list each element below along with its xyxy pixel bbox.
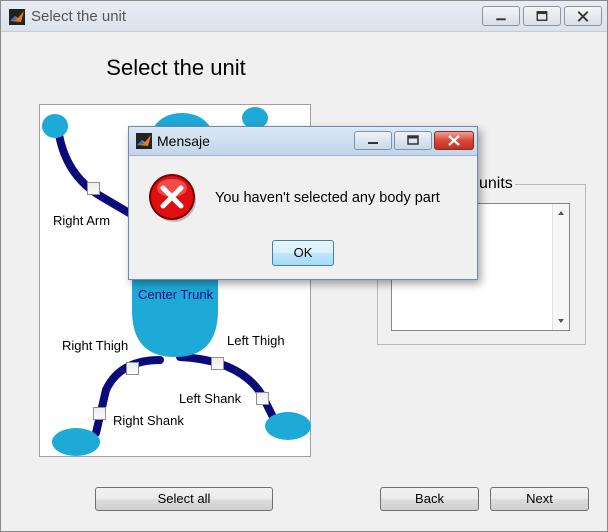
dialog-close-button[interactable]: [434, 131, 474, 150]
dialog-message: You haven't selected any body part: [215, 190, 440, 206]
left-shank-label: Left Shank: [179, 391, 242, 406]
message-dialog: Mensaje You haven't selected any body pa…: [128, 126, 478, 280]
dialog-maximize-button[interactable]: [394, 131, 432, 150]
matlab-icon: [9, 9, 25, 25]
maximize-button[interactable]: [523, 6, 561, 26]
left-shank-checkbox[interactable]: [256, 392, 269, 405]
back-button[interactable]: Back: [380, 487, 479, 511]
close-icon: [448, 135, 460, 146]
left-thigh-checkbox[interactable]: [211, 357, 224, 370]
left-leg-limb: [176, 353, 280, 427]
left-foot-joint: [265, 412, 311, 440]
next-button[interactable]: Next: [490, 487, 589, 511]
scroll-up-icon[interactable]: [558, 211, 564, 215]
matlab-icon: [136, 133, 152, 149]
title-bar: Select the unit: [1, 1, 607, 32]
right-arm-limb: [54, 124, 140, 221]
minimize-icon: [496, 18, 506, 21]
maximize-icon: [536, 11, 548, 21]
right-thigh-checkbox[interactable]: [126, 362, 139, 375]
units-group-title: units: [477, 175, 515, 193]
units-scrollbar[interactable]: [552, 204, 569, 330]
ok-button[interactable]: OK: [272, 240, 334, 266]
right-hand-joint: [42, 114, 68, 138]
dialog-title: Mensaje: [157, 133, 210, 149]
right-arm-label: Right Arm: [53, 213, 111, 228]
right-shank-checkbox[interactable]: [93, 407, 106, 420]
select-all-button[interactable]: Select all: [95, 487, 273, 511]
error-icon: [149, 174, 196, 222]
scroll-down-icon[interactable]: [558, 319, 564, 323]
right-shank-label: Right Shank: [113, 413, 184, 428]
close-button[interactable]: [564, 6, 602, 26]
minimize-icon: [368, 142, 378, 144]
page-heading: Select the unit: [106, 55, 246, 80]
minimize-button[interactable]: [482, 6, 520, 26]
maximize-icon: [407, 135, 419, 145]
left-thigh-label: Left Thigh: [227, 333, 285, 348]
dialog-title-bar: Mensaje: [129, 127, 477, 156]
right-arm-checkbox[interactable]: [87, 182, 100, 195]
center-trunk-label: Center Trunk: [138, 287, 214, 302]
dialog-minimize-button[interactable]: [354, 131, 392, 150]
window-title: Select the unit: [31, 8, 127, 25]
close-icon: [577, 11, 589, 22]
right-foot-joint: [52, 428, 100, 456]
right-thigh-label: Right Thigh: [62, 338, 129, 353]
